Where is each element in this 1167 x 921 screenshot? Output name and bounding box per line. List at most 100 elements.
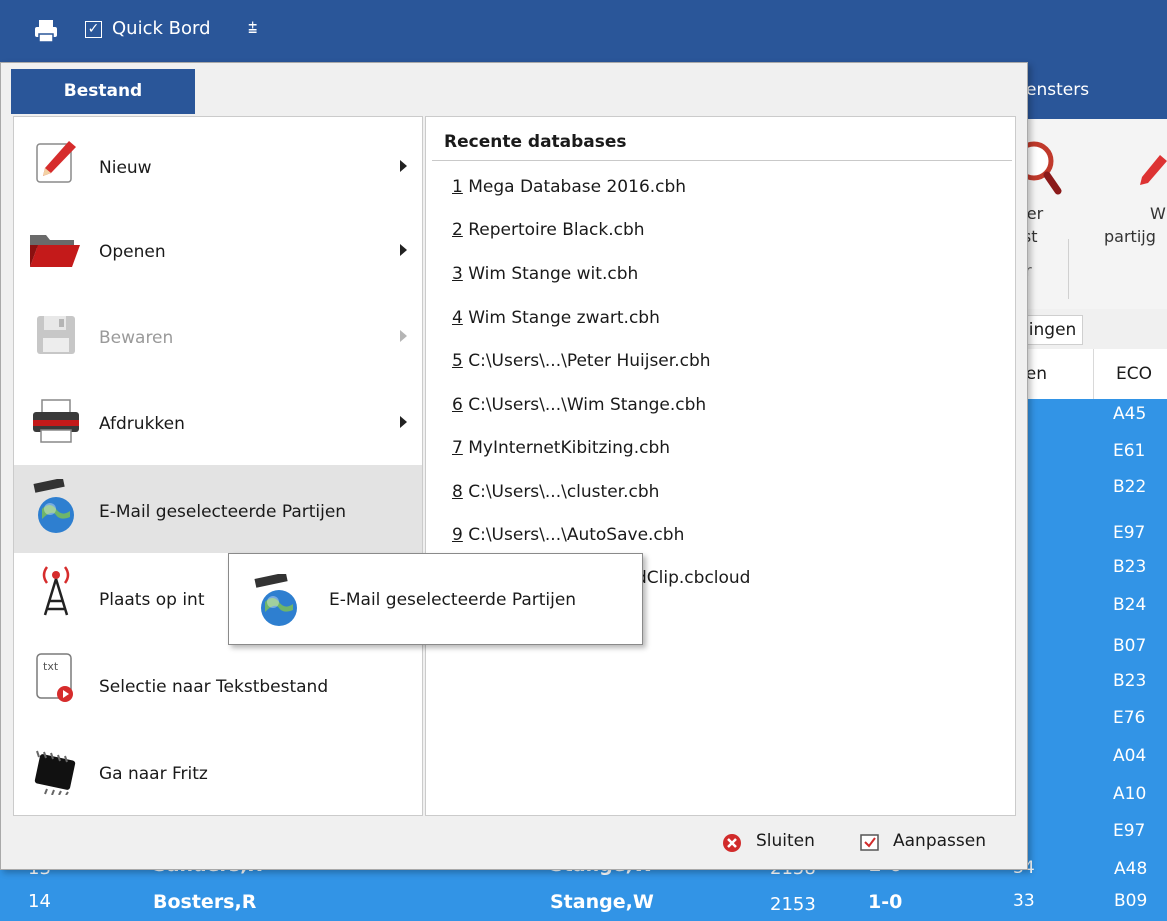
cell-eco: E97 (1113, 523, 1146, 543)
recent-database-item[interactable]: 3 Wim Stange wit.cbh (452, 264, 638, 284)
folder-open-icon (30, 235, 80, 267)
cell-eco: B23 (1113, 557, 1147, 577)
printer-icon (33, 399, 79, 443)
pencil-icon (1140, 155, 1167, 185)
email-tooltip-popup: E-Mail geselecteerde Partijen (228, 553, 643, 645)
cell-eco: A10 (1113, 784, 1147, 804)
title-bar: ✓ Quick Bord ⩲ (0, 0, 1167, 62)
menu-item-label: Selectie naar Tekstbestand (99, 677, 329, 697)
recent-database-item[interactable]: 5 C:\Users\...\Peter Huijser.cbh (452, 351, 711, 371)
cell-elo: 2153 (770, 894, 816, 915)
menu-item-label: Nieuw (99, 158, 152, 178)
recent-database-item[interactable]: 1 Mega Database 2016.cbh (452, 177, 686, 197)
table-row[interactable]: 14 Bosters,R Stange,W 2153 1-0 33 B09 (0, 886, 1167, 921)
menu-item-label: Ga naar Fritz (99, 764, 208, 784)
recent-database-item[interactable]: 7 MyInternetKibitzing.cbh (452, 438, 670, 458)
submenu-arrow-icon (400, 244, 407, 256)
menu-item-label: Plaats op int (99, 590, 205, 610)
cell-result: 1-0 (868, 891, 903, 913)
recent-item-name: C:\Users\...\cluster.cbh (462, 482, 660, 502)
printer-icon[interactable] (33, 18, 59, 44)
cell-eco: A04 (1113, 746, 1147, 766)
cell-eco: B07 (1113, 636, 1147, 656)
menu-item-nieuw[interactable]: Nieuw (14, 118, 422, 205)
tab-bestand[interactable]: Bestand (11, 69, 195, 114)
menu-item-email[interactable]: E-Mail geselecteerde Partijen (14, 465, 422, 553)
submenu-arrow-icon (400, 160, 407, 172)
menu-item-label: Openen (99, 242, 166, 262)
recent-item-name: dClip.cbcloud (636, 568, 751, 588)
new-game-label-1[interactable]: W (1150, 204, 1166, 223)
close-icon (723, 834, 741, 852)
recent-database-item[interactable]: 6 C:\Users\...\Wim Stange.cbh (452, 395, 706, 415)
group-divider (1068, 239, 1069, 299)
recent-database-item[interactable]: 2 Repertoire Black.cbh (452, 220, 645, 240)
recent-database-item[interactable]: 9 C:\Users\...\AutoSave.cbh (452, 525, 684, 545)
email-globe-icon (254, 574, 297, 626)
recent-item-name: Wim Stange zwart.cbh (462, 308, 660, 328)
customize-icon (860, 834, 879, 851)
cell-black: Stange,W (550, 891, 654, 913)
recent-item-number: 9 (452, 525, 463, 545)
cell-eco: A45 (1113, 404, 1147, 424)
svg-text:txt: txt (43, 660, 59, 673)
recent-item-name: C:\Users\...\Wim Stange.cbh (462, 395, 707, 415)
recent-database-item[interactable]: 4 Wim Stange zwart.cbh (452, 308, 660, 328)
recent-item-number: 3 (452, 264, 463, 284)
cell-eco: E61 (1113, 441, 1146, 461)
menu-item-openen[interactable]: Openen (14, 205, 422, 292)
recent-item-name: C:\Users\...\Peter Huijser.cbh (462, 351, 711, 371)
recent-item-number: 7 (452, 438, 463, 458)
recent-item-name: C:\Users\...\AutoSave.cbh (462, 525, 685, 545)
cell-white: Bosters,R (153, 891, 257, 913)
cell-eco: B23 (1113, 671, 1147, 691)
popup-label: E-Mail geselecteerde Partijen (329, 590, 577, 610)
column-separator (1093, 349, 1094, 399)
recent-item-number: 5 (452, 351, 463, 371)
quick-board-label[interactable]: Quick Bord (112, 18, 211, 39)
save-disk-icon (37, 316, 75, 354)
cell-eco: B09 (1114, 891, 1148, 911)
menu-item-label: Bewaren (99, 328, 174, 348)
divider (432, 160, 1012, 161)
menu-item-label: E-Mail geselecteerde Partijen (99, 502, 347, 522)
new-game-label-2[interactable]: partijg (1104, 227, 1156, 246)
recent-item-name: MyInternetKibitzing.cbh (462, 438, 671, 458)
recent-databases-heading: Recente databases (444, 132, 627, 152)
menu-item-selectie-naar-tekstbestand[interactable]: txt Selectie naar Tekstbestand (14, 640, 422, 727)
recent-item-number: 8 (452, 482, 463, 502)
recent-item-number: 2 (452, 220, 463, 240)
quick-board-checkbox[interactable]: ✓ (85, 21, 102, 38)
email-globe-icon (33, 479, 74, 533)
cell-moves: 33 (1013, 891, 1035, 911)
cell-eco: E76 (1113, 708, 1146, 728)
close-label: Sluiten (756, 831, 815, 851)
customize-quick-access-icon[interactable]: ⩲ (248, 18, 257, 38)
submenu-arrow-icon (400, 416, 407, 428)
new-document-pencil-icon (36, 141, 76, 183)
cell-number: 14 (28, 891, 51, 912)
column-header-eco[interactable]: ECO (1116, 364, 1152, 384)
customize-label: Aanpassen (893, 831, 986, 851)
recent-item-name: Wim Stange wit.cbh (462, 264, 639, 284)
cell-eco: E97 (1113, 821, 1146, 841)
recent-item-number: 6 (452, 395, 463, 415)
chip-icon (34, 750, 76, 795)
recent-item-name: Mega Database 2016.cbh (462, 177, 687, 197)
menu-item-afdrukken[interactable]: Afdrukken (14, 377, 422, 464)
menu-item-bewaren[interactable]: Bewaren (14, 291, 422, 378)
recent-database-item[interactable]: dClip.cbcloud (636, 568, 750, 588)
recent-item-number: 4 (452, 308, 463, 328)
recent-item-number: 1 (452, 177, 463, 197)
recent-item-name: Repertoire Black.cbh (462, 220, 645, 240)
broadcast-antenna-icon (42, 566, 70, 616)
cell-eco: A48 (1114, 860, 1148, 879)
cell-eco: B24 (1113, 595, 1147, 615)
tab-vensters[interactable]: ensters (1026, 80, 1089, 100)
menu-item-ga-naar-fritz[interactable]: Ga naar Fritz (14, 727, 422, 814)
cell-eco: B22 (1113, 477, 1147, 497)
text-file-icon: txt (36, 653, 73, 702)
menu-item-label: Afdrukken (99, 414, 185, 434)
submenu-arrow-icon (400, 330, 407, 342)
recent-database-item[interactable]: 8 C:\Users\...\cluster.cbh (452, 482, 659, 502)
